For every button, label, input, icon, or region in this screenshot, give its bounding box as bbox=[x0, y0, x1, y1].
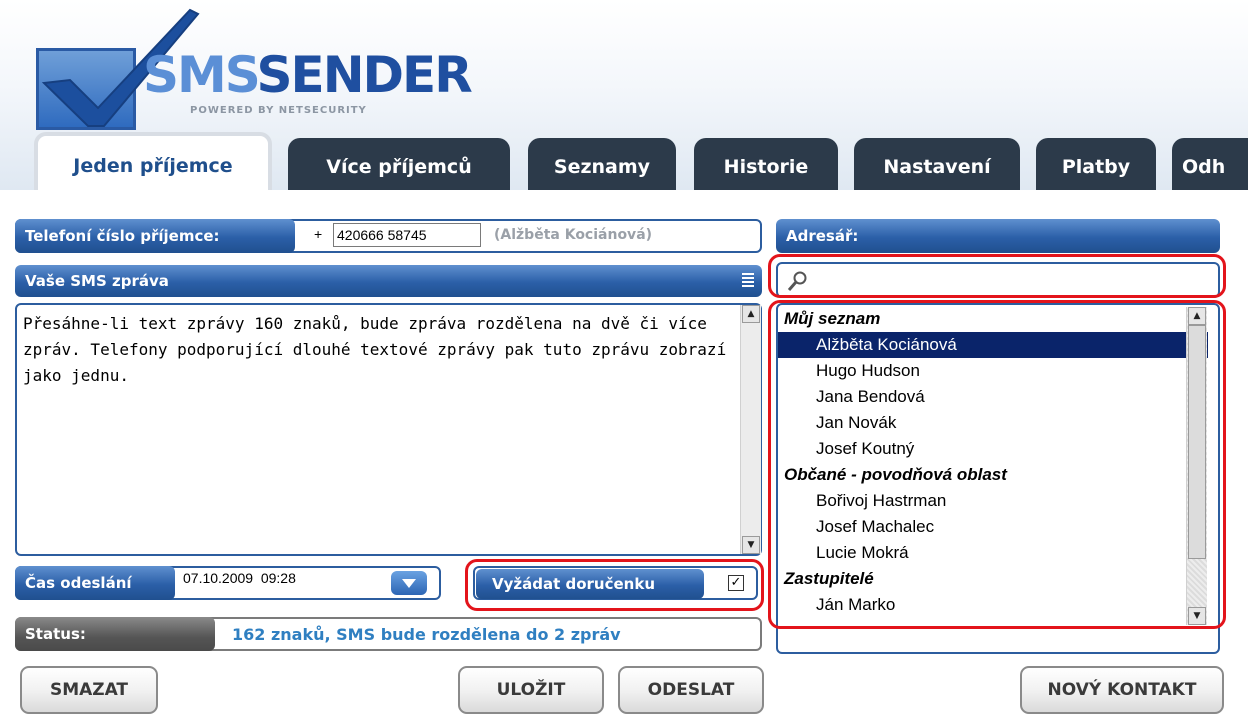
save-button[interactable]: ULOŽIT bbox=[458, 666, 604, 714]
message-header: Vaše SMS zpráva bbox=[15, 265, 762, 297]
chevron-down-icon[interactable] bbox=[391, 571, 427, 595]
tab-jeden-prijemce[interactable]: Jeden příjemce bbox=[34, 132, 272, 190]
tab-label: Odh bbox=[1182, 156, 1226, 178]
tab-baseline bbox=[0, 190, 1248, 204]
recipient-label-text: Telefoní číslo příjemce: bbox=[25, 227, 220, 245]
scroll-down-icon[interactable]: ▼ bbox=[742, 536, 760, 554]
tab-odhlasit[interactable]: Odh bbox=[1172, 138, 1248, 190]
addressbook-label-text: Adresář: bbox=[786, 227, 859, 245]
logo-text-bold: SENDER bbox=[256, 46, 473, 104]
status-text: 162 znaků, SMS bude rozdělena do 2 zpráv bbox=[232, 625, 621, 644]
tab-label: Platby bbox=[1061, 156, 1131, 178]
send-time-label: Čas odeslání bbox=[15, 566, 175, 600]
tab-platby[interactable]: Platby bbox=[1036, 138, 1156, 190]
tab-nastaveni[interactable]: Nastavení bbox=[854, 138, 1020, 190]
send-button[interactable]: ODESLAT bbox=[618, 666, 764, 714]
delete-button[interactable]: SMAZAT bbox=[20, 666, 158, 714]
phone-prefix: + bbox=[314, 226, 323, 242]
message-scrollbar[interactable]: ▲ ▼ bbox=[740, 305, 761, 554]
tab-label: Seznamy bbox=[553, 156, 651, 178]
message-label: Vaše SMS zpráva bbox=[25, 272, 169, 290]
menu-lines-icon[interactable] bbox=[742, 272, 754, 292]
new-contact-button[interactable]: NOVÝ KONTAKT bbox=[1020, 666, 1224, 714]
recipient-label: Telefoní číslo příjemce: bbox=[15, 219, 295, 253]
app-header: SMSSENDER POWERED BY NETSECURITY Jeden p… bbox=[0, 0, 1248, 190]
tab-label: Jeden příjemce bbox=[73, 155, 233, 177]
logo-wordmark: SMSSENDER bbox=[143, 50, 473, 100]
highlight-search bbox=[768, 254, 1226, 298]
highlight-delivery bbox=[465, 559, 764, 611]
phone-number-input[interactable]: 420666 58745 bbox=[333, 223, 481, 247]
scroll-up-icon[interactable]: ▲ bbox=[742, 305, 760, 323]
message-textarea[interactable]: Přesáhne-li text zprávy 160 znaků, bude … bbox=[23, 311, 738, 389]
tab-seznamy[interactable]: Seznamy bbox=[528, 138, 676, 190]
recipient-name: (Alžběta Kociánová) bbox=[494, 227, 653, 243]
tab-label: Historie bbox=[723, 156, 809, 178]
tab-historie[interactable]: Historie bbox=[694, 138, 838, 190]
logo-text-light: SMS bbox=[143, 46, 259, 104]
tab-vice-prijemcu[interactable]: Více příjemců bbox=[288, 138, 510, 190]
app-logo: SMSSENDER POWERED BY NETSECURITY bbox=[30, 8, 473, 133]
logo-tagline: POWERED BY NETSECURITY bbox=[190, 105, 367, 116]
send-time-label-text: Čas odeslání bbox=[25, 574, 132, 592]
tab-label: Nastavení bbox=[883, 156, 991, 178]
addressbook-label: Adresář: bbox=[776, 219, 1220, 253]
message-box: Přesáhne-li text zprávy 160 znaků, bude … bbox=[15, 303, 762, 556]
tab-label: Více příjemců bbox=[326, 156, 472, 178]
status-label: Status: bbox=[15, 617, 215, 651]
send-time-input[interactable]: 07.10.2009 09:28 bbox=[183, 570, 296, 586]
status-label-text: Status: bbox=[25, 625, 86, 643]
highlight-addressbook bbox=[768, 300, 1226, 629]
